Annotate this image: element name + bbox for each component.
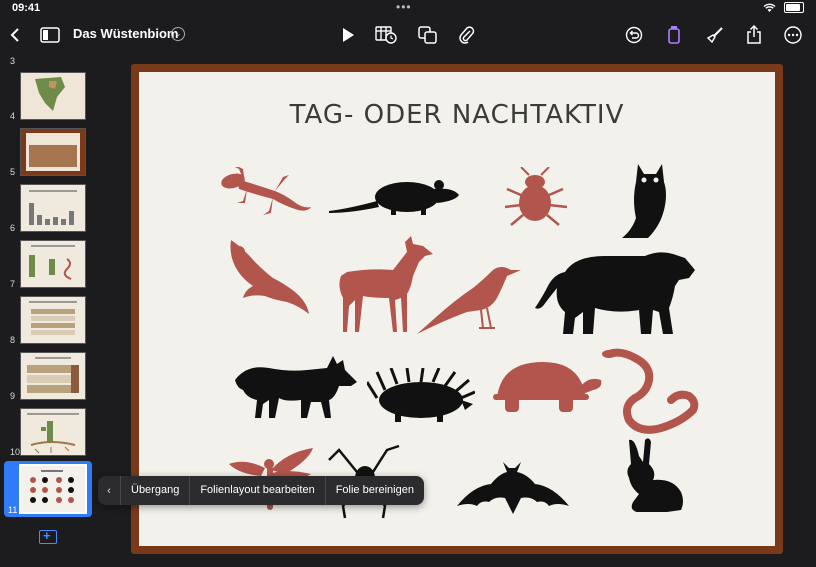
attachment-button[interactable] [454, 22, 480, 48]
owl-icon[interactable] [618, 160, 680, 240]
format-button[interactable] [661, 22, 687, 48]
rat-icon[interactable] [327, 175, 463, 217]
context-menu: ‹ Übergang Folienlayout bearbeiten Folie… [98, 476, 424, 505]
toolbar: Das Wüstenbiom ⌄ [0, 16, 816, 54]
hawk-icon[interactable] [225, 238, 311, 316]
paintbrush-icon [706, 27, 723, 44]
tortoise-icon[interactable] [489, 358, 603, 418]
slide-thumbnail-selected[interactable] [19, 464, 87, 514]
slide-content: TAG- ODER NACHTAKTIV [139, 72, 775, 546]
slide-number: 8 [10, 335, 16, 345]
more-button[interactable] [780, 22, 806, 48]
back-button[interactable] [2, 22, 28, 48]
gecko-icon[interactable] [217, 165, 315, 221]
bird-icon[interactable] [415, 264, 525, 336]
undo-icon [625, 26, 643, 44]
sidebar-icon [40, 27, 60, 43]
slide-number: 5 [10, 167, 16, 177]
chevron-down-icon[interactable]: ⌄ [171, 27, 185, 41]
mountain-lion-icon[interactable] [535, 248, 695, 338]
slide-thumbnail[interactable] [20, 240, 86, 288]
battery-icon [784, 2, 804, 13]
slide-number: 6 [10, 223, 16, 233]
slide-number: 10 [10, 447, 21, 457]
menu-item-transition[interactable]: Übergang [120, 476, 189, 505]
table-button[interactable] [373, 22, 399, 48]
porcupine-icon[interactable] [367, 368, 475, 424]
wifi-icon [763, 3, 776, 12]
bat-icon[interactable] [455, 454, 571, 516]
slide-navigator: 3 4 5 6 7 8 9 10 11 [0, 54, 94, 567]
share-button[interactable] [741, 22, 767, 48]
slide-thumbnail[interactable] [20, 296, 86, 344]
share-icon [747, 25, 761, 44]
slide-thumbnail[interactable] [20, 352, 86, 400]
status-time: 09:41 [12, 2, 41, 14]
sidebar-toggle-button[interactable] [37, 22, 63, 48]
slide-thumbnail[interactable] [20, 72, 86, 120]
slide-number: 11 [8, 505, 18, 515]
beetle-icon[interactable] [505, 167, 567, 227]
slide-number: 4 [10, 111, 16, 121]
chevron-left-icon [10, 28, 19, 42]
slide-number: 9 [10, 391, 16, 401]
slide-title[interactable]: TAG- ODER NACHTAKTIV [139, 100, 775, 130]
snake-icon[interactable] [601, 348, 699, 436]
ellipsis-circle-icon [784, 26, 802, 44]
table-icon [375, 26, 397, 44]
play-button[interactable] [335, 22, 361, 48]
chevron-left-icon[interactable]: ‹ [98, 485, 120, 497]
slide-number: 7 [10, 279, 16, 289]
slide-number: 3 [10, 56, 16, 66]
add-slide-button[interactable] [39, 528, 57, 544]
format-brush-icon [668, 26, 680, 44]
slide-thumbnail[interactable] [20, 408, 86, 456]
status-bar: 09:41 ••• [0, 0, 816, 16]
rabbit-icon[interactable] [617, 436, 687, 514]
undo-button[interactable] [621, 22, 647, 48]
fox-icon[interactable] [233, 354, 359, 420]
paperclip-icon [459, 26, 475, 44]
brush-button[interactable] [702, 22, 728, 48]
menu-item-edit-layout[interactable]: Folienlayout bearbeiten [189, 476, 324, 505]
menu-item-clean-slide[interactable]: Folie bereinigen [324, 476, 424, 505]
slide-thumbnail[interactable] [20, 184, 86, 232]
slide-thumbnail[interactable] [20, 128, 86, 176]
document-title[interactable]: Das Wüstenbiom [73, 26, 178, 41]
shapes-button[interactable] [415, 22, 441, 48]
multitasking-dots-icon[interactable]: ••• [396, 0, 412, 14]
shapes-icon [418, 26, 437, 44]
play-icon [343, 28, 354, 42]
